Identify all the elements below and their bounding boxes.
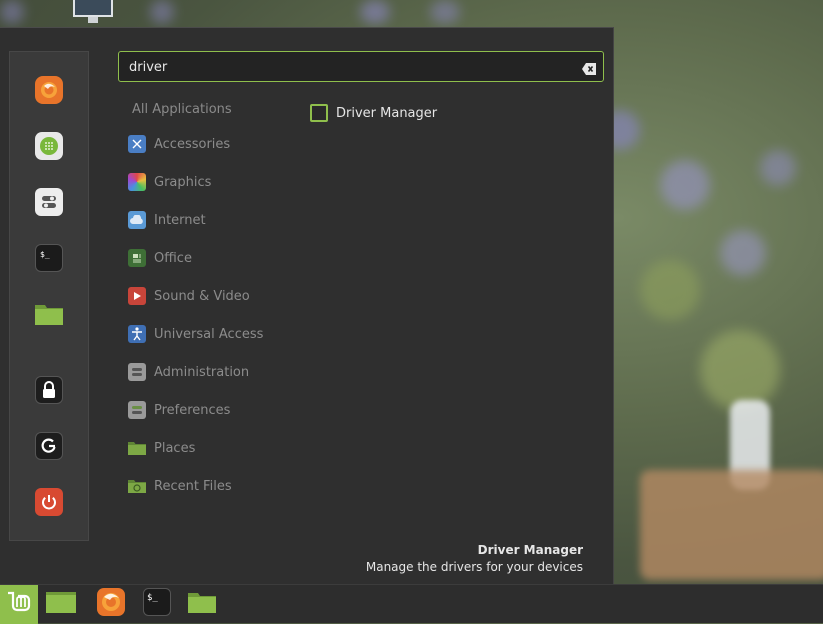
logout-button[interactable] — [35, 432, 63, 460]
application-menu: $_ All Applicati — [0, 27, 614, 584]
lock-screen-button[interactable] — [35, 376, 63, 404]
result-label: Driver Manager — [336, 105, 438, 121]
driver-manager-icon — [310, 104, 328, 122]
preferences-icon — [128, 401, 146, 419]
sound-video-icon — [128, 287, 146, 305]
category-graphics[interactable]: Graphics — [128, 171, 211, 193]
category-internet[interactable]: Internet — [128, 209, 206, 231]
shutdown-button[interactable] — [35, 488, 63, 516]
category-sound-video[interactable]: Sound & Video — [128, 285, 250, 307]
logout-icon — [40, 437, 58, 455]
category-label: Internet — [154, 212, 206, 228]
category-label: Graphics — [154, 174, 212, 190]
favorite-settings[interactable] — [35, 188, 63, 216]
terminal-icon: $_ — [143, 588, 171, 620]
description-text: Manage the drivers for your devices — [365, 560, 583, 574]
category-accessories[interactable]: Accessories — [128, 133, 230, 155]
firefox-icon — [39, 80, 59, 100]
taskbar-files[interactable] — [187, 589, 217, 619]
terminal-icon: $_ — [38, 247, 60, 269]
category-all-applications[interactable]: All Applications — [132, 102, 232, 117]
internet-icon — [128, 211, 146, 229]
category-places[interactable]: Places — [128, 437, 195, 459]
category-recent-files[interactable]: Recent Files — [128, 475, 232, 497]
software-manager-icon — [38, 135, 60, 157]
clear-search-icon[interactable] — [582, 60, 596, 75]
folder-icon — [34, 302, 64, 326]
favorite-files[interactable] — [35, 300, 63, 328]
category-label: Universal Access — [154, 326, 264, 342]
category-office[interactable]: Office — [128, 247, 192, 269]
power-icon — [40, 493, 58, 511]
taskbar: $_ — [0, 584, 823, 624]
show-desktop-icon — [46, 590, 76, 618]
taskbar-firefox[interactable] — [96, 588, 126, 620]
graphics-icon — [128, 173, 146, 191]
lock-icon — [41, 381, 57, 399]
firefox-icon — [97, 588, 125, 620]
places-icon — [128, 439, 146, 457]
category-universal-access[interactable]: Universal Access — [128, 323, 263, 345]
universal-access-icon — [128, 325, 146, 343]
favorite-firefox[interactable] — [35, 76, 63, 104]
category-label: Sound & Video — [154, 288, 250, 304]
search-box[interactable] — [118, 51, 604, 82]
computer-desktop-icon[interactable] — [70, 0, 116, 26]
search-input[interactable] — [129, 58, 569, 76]
favorites-panel: $_ — [9, 51, 89, 541]
favorite-terminal[interactable]: $_ — [35, 244, 63, 272]
show-desktop-button[interactable] — [46, 589, 76, 619]
svg-text:$_: $_ — [40, 250, 50, 259]
favorite-software-manager[interactable] — [35, 132, 63, 160]
taskbar-terminal[interactable]: $_ — [142, 588, 172, 620]
description-title: Driver Manager — [477, 543, 583, 557]
mint-menu-icon — [5, 590, 33, 620]
menu-button[interactable] — [0, 585, 38, 624]
category-label: Accessories — [154, 136, 231, 152]
result-driver-manager[interactable]: Driver Manager — [310, 102, 437, 124]
recent-files-icon — [128, 477, 146, 495]
folder-icon — [187, 590, 217, 618]
category-label: Office — [154, 250, 192, 266]
svg-text:$_: $_ — [147, 593, 158, 603]
application-description: Driver Manager Manage the drivers for yo… — [366, 542, 583, 576]
category-label: Administration — [154, 364, 250, 380]
category-preferences[interactable]: Preferences — [128, 399, 230, 421]
settings-icon — [39, 192, 59, 212]
administration-icon — [128, 363, 146, 381]
office-icon — [128, 249, 146, 267]
category-administration[interactable]: Administration — [128, 361, 249, 383]
category-label: Recent Files — [154, 478, 232, 494]
category-label: Places — [154, 440, 196, 456]
accessories-icon — [128, 135, 146, 153]
category-label: Preferences — [154, 402, 231, 418]
